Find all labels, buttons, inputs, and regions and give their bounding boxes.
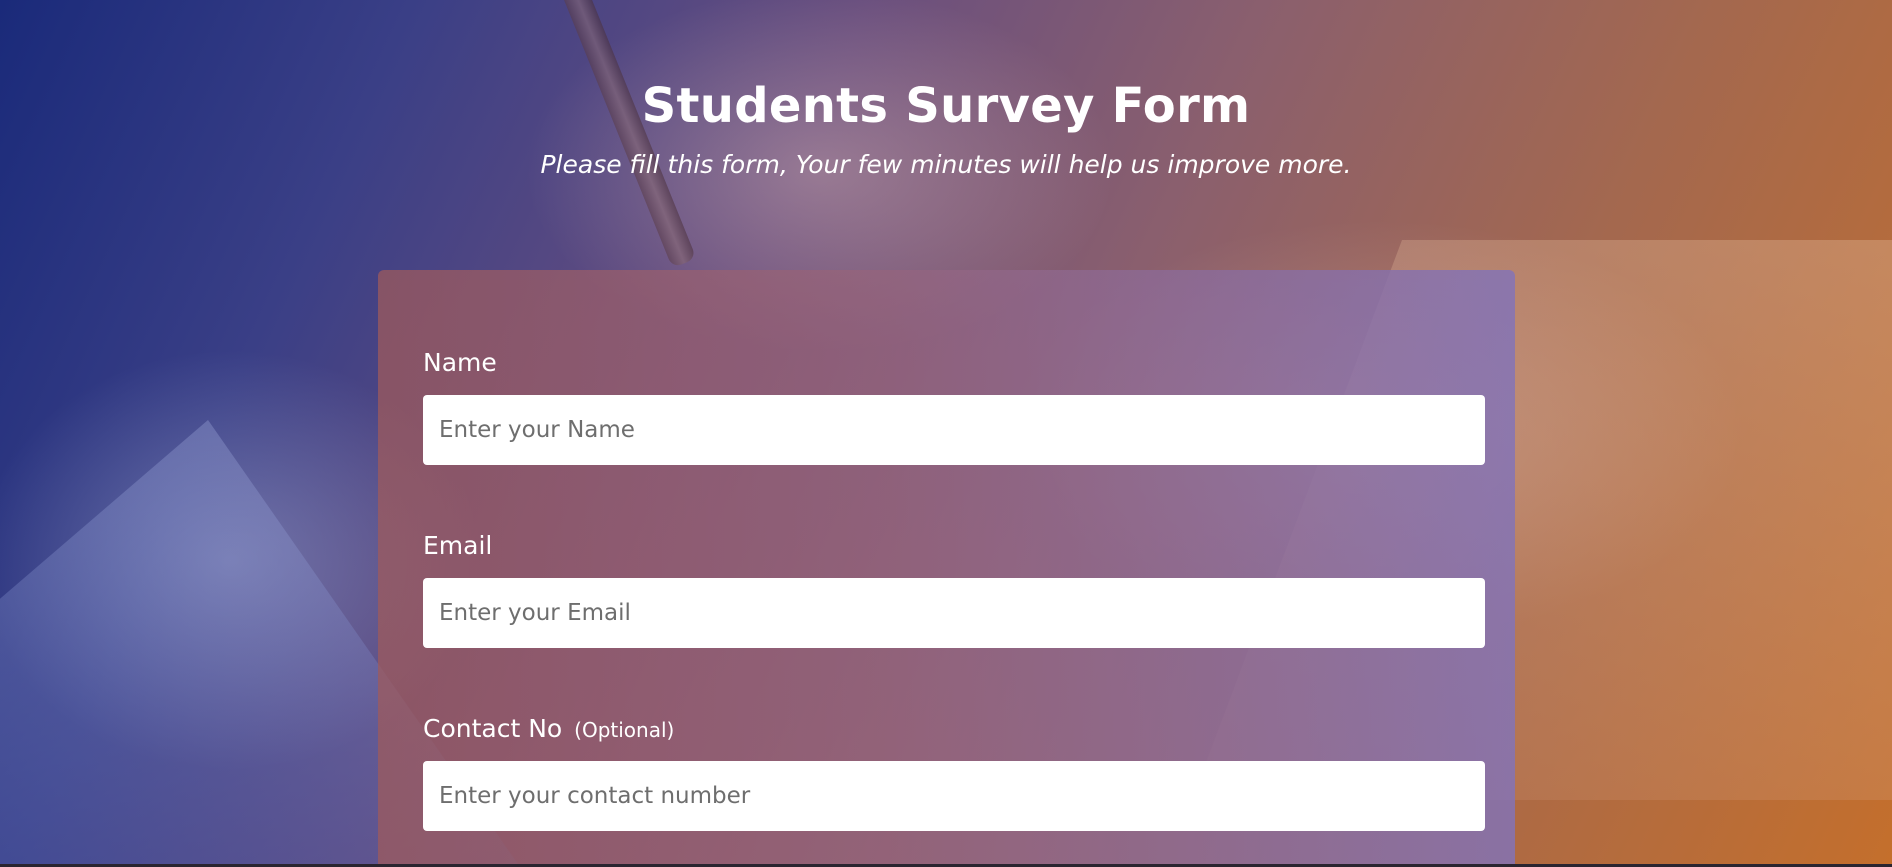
page-title: Students Survey Form [641,78,1251,134]
name-input[interactable] [423,395,1485,465]
name-label: Name [423,348,497,377]
email-field-group: Email [423,531,1485,648]
page-subtitle: Please fill this form, Your few minutes … [540,150,1352,179]
contact-label: Contact No (Optional) [423,714,674,743]
name-field-group: Name [423,348,1485,465]
optional-hint: (Optional) [574,718,675,742]
email-label: Email [423,531,493,560]
contact-field-group: Contact No (Optional) [423,714,1485,831]
contact-label-text: Contact No [423,714,563,743]
contact-input[interactable] [423,761,1485,831]
email-input[interactable] [423,578,1485,648]
survey-form: Name Email Contact No (Optional) [378,270,1515,867]
page-header: Students Survey Form Please fill this fo… [0,78,1892,179]
